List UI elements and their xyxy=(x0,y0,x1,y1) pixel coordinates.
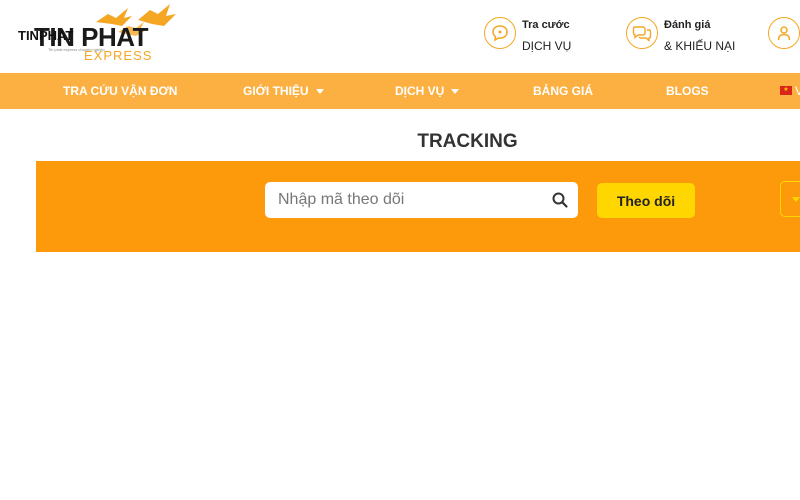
main-nav: TRA CỨU VẬN ĐƠN GIỚI THIỆU DỊCH VỤ BẢNG … xyxy=(0,73,800,109)
nav-item-label: TRA CỨU VẬN ĐƠN xyxy=(63,84,178,98)
nav-blogs[interactable]: BLOGS xyxy=(666,73,709,109)
caret-down-icon xyxy=(315,88,324,94)
search-icon[interactable] xyxy=(551,191,569,209)
nav-bang-gia[interactable]: BẢNG GIÁ xyxy=(533,73,593,109)
header-danh-gia-subtitle: & KHIẾU NẠI xyxy=(664,39,736,53)
logo[interactable]: TIN PHAT TINPHAT Tin phát express chuyên… xyxy=(18,4,176,64)
header-tra-cuoc-title: Tra cước xyxy=(522,19,570,31)
tracking-search-box xyxy=(265,182,578,218)
nav-tra-cuu-van-don[interactable]: TRA CỨU VẬN ĐƠN xyxy=(63,73,177,109)
nav-item-label: GIỚI THIỆU xyxy=(243,84,309,98)
chevron-down-icon xyxy=(792,197,800,202)
tracking-title: TRACKING xyxy=(417,131,518,152)
tracking-search-input[interactable] xyxy=(265,182,545,218)
language-label[interactable]: V xyxy=(795,73,800,109)
user-icon xyxy=(768,17,800,49)
track-button[interactable]: Theo dõi xyxy=(597,183,695,218)
logo-overlay-text: TINPHAT xyxy=(18,28,74,43)
nav-gioi-thieu[interactable]: GIỚI THIỆU xyxy=(243,73,324,109)
header-danh-gia-title: Đánh giá xyxy=(664,19,711,31)
caret-down-icon xyxy=(451,88,460,94)
chat-bubbles-icon xyxy=(626,17,658,49)
logo-express-text: EXPRESS xyxy=(84,48,153,63)
header-tra-cuoc-subtitle: DỊCH VỤ xyxy=(522,39,572,53)
chat-bubble-icon xyxy=(484,17,516,49)
vietnam-flag-icon[interactable]: ★ xyxy=(780,86,792,95)
nav-item-label: BẢNG GIÁ xyxy=(533,84,593,98)
nav-dich-vu[interactable]: DỊCH VỤ xyxy=(395,73,460,109)
site-header: TIN PHAT TINPHAT Tin phát express chuyên… xyxy=(0,0,800,73)
nav-item-label: BLOGS xyxy=(666,84,709,98)
nav-item-label: DỊCH VỤ xyxy=(395,84,445,98)
